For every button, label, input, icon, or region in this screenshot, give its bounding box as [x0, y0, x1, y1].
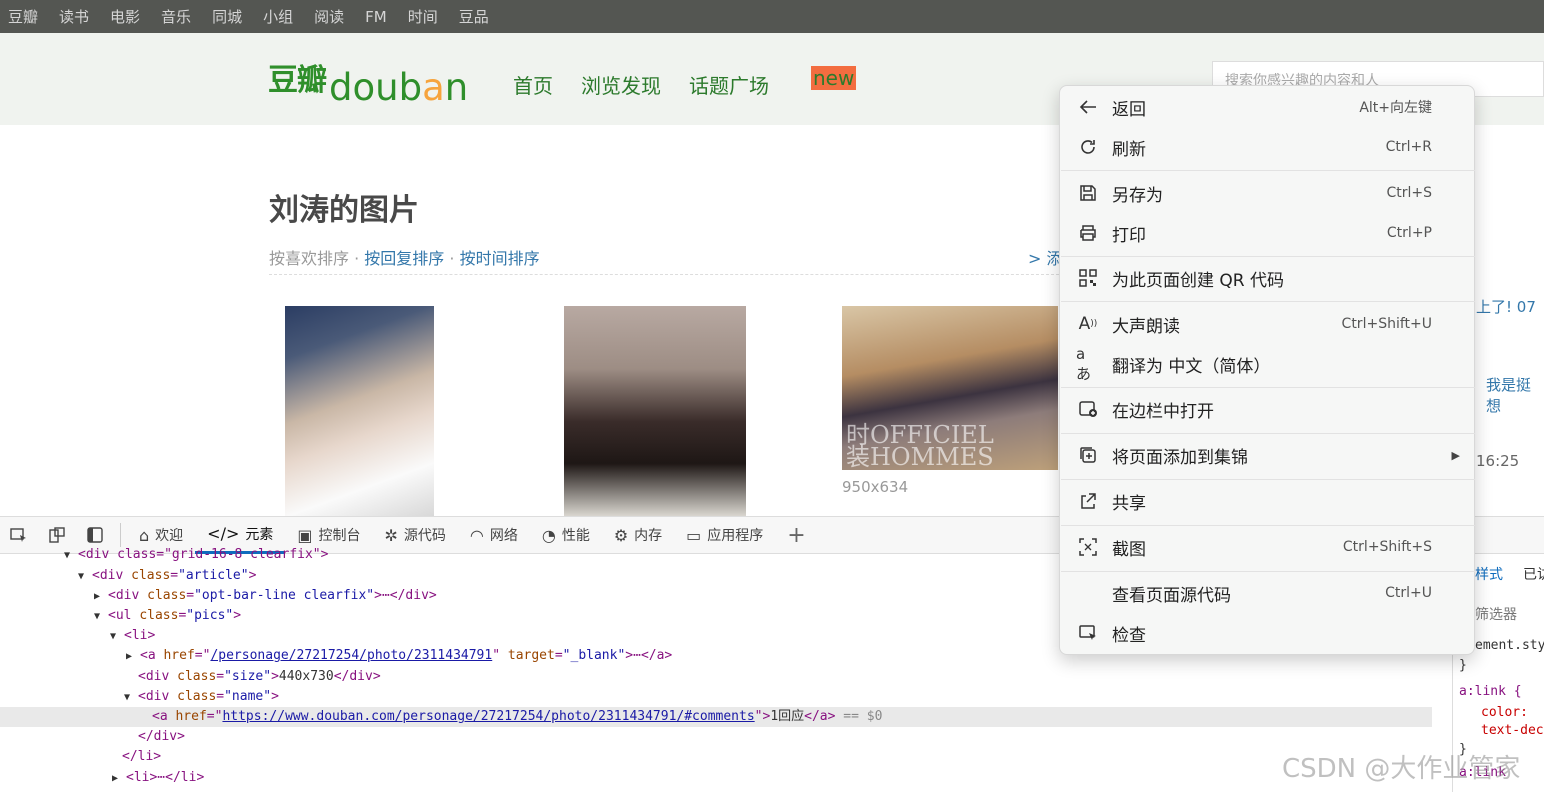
arrow-left-icon [1076, 95, 1100, 119]
print-icon [1076, 221, 1100, 245]
menu-item-share[interactable]: 共享 [1060, 484, 1476, 518]
gauge-icon: ◔ [541, 525, 556, 545]
logo-cn: 豆瓣 [268, 63, 327, 98]
dock-side-icon[interactable] [84, 524, 106, 546]
sidebar-time: 16:25 [1476, 452, 1520, 470]
dom-node[interactable]: ▼ <div class="grid-16-8 clearfix"> [64, 545, 328, 565]
dom-node[interactable]: </div> [138, 727, 185, 747]
menu-item-screenshot[interactable]: 截图 Ctrl+Shift+S [1060, 530, 1476, 564]
menu-item-open-in-sidebar[interactable]: 在边栏中打开 [1060, 392, 1476, 426]
menu-item-translate[interactable]: aあ 翻译为 中文（简体） [1060, 344, 1476, 383]
tab-network[interactable]: ◠ 网络 [458, 516, 530, 554]
nav-browse[interactable]: 浏览发现 [581, 70, 661, 99]
sidebar-fragment: 上了! 07 [1476, 298, 1536, 316]
topnav-books[interactable]: 读书 [59, 6, 89, 27]
topnav-movies[interactable]: 电影 [110, 6, 140, 27]
wifi-icon: ◠ [469, 525, 484, 545]
topnav-music[interactable]: 音乐 [161, 6, 191, 27]
tab-sources[interactable]: ✲ 源代码 [372, 516, 457, 554]
device-emulation-icon[interactable] [46, 524, 68, 546]
menu-item-print[interactable]: 打印 Ctrl+P [1060, 216, 1476, 250]
dom-node[interactable]: ▼ <ul class="pics"> [94, 606, 241, 626]
topnav-time[interactable]: 时间 [408, 6, 438, 27]
photo-size: 950x634 [842, 478, 909, 496]
inspect-element-icon[interactable] [8, 524, 30, 546]
watermark: CSDN @大作业管家 [1282, 754, 1521, 784]
add-photo-link[interactable]: > 添 [1028, 245, 1063, 269]
sidebar-fragment[interactable]: 我是挺想 [1486, 374, 1544, 416]
tab-styles[interactable]: 样式 [1475, 564, 1503, 584]
sort-bar: 按喜欢排序 · 按回复排序 · 按时间排序 [269, 245, 1059, 275]
dom-node[interactable]: ▼ <div class="article"> [78, 566, 256, 586]
inspect-icon [1076, 621, 1100, 645]
photo-thumbnail[interactable] [285, 306, 434, 516]
context-menu: 返回 Alt+向左键 刷新 Ctrl+R 另存为 Ctrl+S 打印 Ctrl+P 为此… [1059, 85, 1475, 655]
share-icon [1076, 489, 1100, 513]
topnav-fm[interactable]: FM [365, 8, 387, 26]
sidebar-icon [1076, 397, 1100, 421]
tab-memory[interactable]: ⚙ 内存 [602, 516, 674, 554]
dom-node[interactable]: ▼ <li> [110, 626, 155, 646]
chip-icon: ⚙ [613, 525, 629, 545]
submenu-arrow-icon: ▶ [1451, 448, 1460, 462]
menu-item-qr-code[interactable]: 为此页面创建 QR 代码 [1060, 261, 1476, 295]
dom-node[interactable]: ▶ <a href="/personage/27217254/photo/2311… [126, 646, 672, 666]
logo-en: douban [329, 66, 469, 109]
sort-by-time[interactable]: 按时间排序 [460, 249, 540, 268]
dom-node-selected[interactable]: <a href="https://www.douban.com/personag… [0, 707, 1432, 727]
photo-thumbnail[interactable] [564, 306, 746, 516]
menu-item-refresh[interactable]: 刷新 Ctrl+R [1060, 130, 1476, 164]
topnav-local[interactable]: 同城 [212, 6, 242, 27]
filter-input[interactable]: 筛选器 [1475, 604, 1517, 624]
sort-by-likes: 按喜欢排序 [269, 249, 350, 268]
dom-node[interactable]: ▼ <div class="name"> [124, 687, 279, 707]
magazine-logo: 时OFFICIEL 装HOMMES [846, 421, 994, 470]
nav-topics[interactable]: 话题广场 new [689, 66, 870, 99]
bug-icon: ✲ [384, 525, 398, 545]
topnav-douban[interactable]: 豆瓣 [8, 6, 38, 27]
topnav-groups[interactable]: 小组 [263, 6, 293, 27]
window-icon: ▭ [686, 525, 702, 545]
add-tab-button[interactable]: + [775, 516, 817, 554]
menu-item-add-to-collections[interactable]: 将页面添加到集锦 ▶ [1060, 438, 1476, 472]
douban-logo[interactable]: 豆瓣 douban [268, 55, 468, 106]
menu-item-back[interactable]: 返回 Alt+向左键 [1060, 90, 1476, 124]
menu-item-inspect[interactable]: 检查 [1060, 616, 1476, 650]
topnav-read[interactable]: 阅读 [314, 6, 344, 27]
refresh-icon [1076, 135, 1100, 159]
tab-application[interactable]: ▭ 应用程序 [674, 516, 775, 554]
tab-computed[interactable]: 已访 [1523, 564, 1544, 584]
menu-item-view-source[interactable]: 查看页面源代码 Ctrl+U [1060, 576, 1476, 610]
sort-by-reply[interactable]: 按回复排序 [364, 249, 444, 268]
new-badge: new [811, 66, 857, 90]
main-nav: 首页 浏览发现 话题广场 new [513, 66, 898, 99]
translate-icon: aあ [1076, 344, 1092, 383]
photo-thumbnail[interactable]: 时OFFICIEL 装HOMMES [842, 306, 1058, 470]
tab-performance[interactable]: ◔ 性能 [530, 516, 602, 554]
screenshot-icon [1076, 535, 1100, 559]
read-aloud-icon: A)) [1078, 314, 1098, 334]
page-title: 刘涛的图片 [269, 193, 419, 228]
dom-node[interactable]: <div class="size">440x730</div> [138, 667, 381, 687]
home-icon: ⌂ [139, 525, 150, 545]
menu-item-save-as[interactable]: 另存为 Ctrl+S [1060, 176, 1476, 210]
dom-node[interactable]: ▶ <div class="opt-bar-line clearfix">⋯</d… [94, 586, 437, 606]
menu-item-read-aloud[interactable]: A)) 大声朗读 Ctrl+Shift+U [1060, 307, 1476, 341]
save-icon [1076, 181, 1100, 205]
dom-node[interactable]: ▶ <li>⋯</li> [112, 768, 204, 788]
topnav-market[interactable]: 豆品 [459, 6, 489, 27]
top-nav: 豆瓣 读书 电影 音乐 同城 小组 阅读 FM 时间 豆品 [0, 0, 1544, 33]
code-icon: </> [207, 524, 240, 543]
collections-icon [1076, 443, 1100, 467]
nav-home[interactable]: 首页 [513, 70, 553, 99]
console-icon: ▣ [297, 525, 313, 545]
dom-node[interactable]: </li> [122, 747, 161, 767]
qr-code-icon [1076, 266, 1100, 290]
